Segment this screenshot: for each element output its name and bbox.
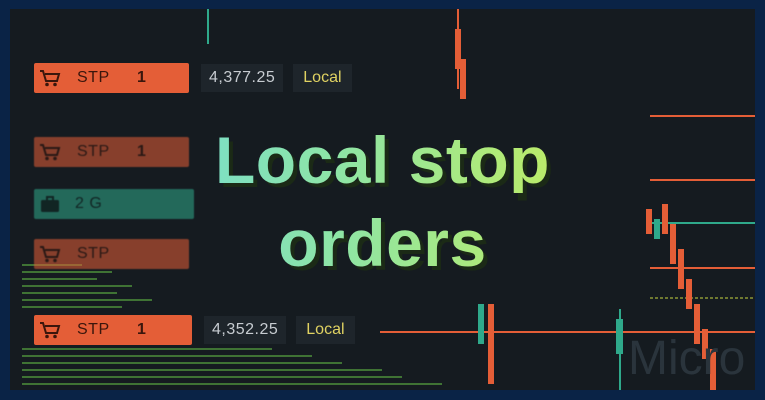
headline-line-2: orders (0, 210, 765, 276)
order-row-5[interactable]: STP 1 4,352.25 Local (34, 315, 355, 345)
order-quantity: 1 (137, 321, 147, 338)
order-scope-label: Local (296, 316, 355, 344)
stop-order-tag[interactable]: STP 1 (34, 63, 189, 93)
order-price: 4,352.25 (204, 316, 287, 344)
cart-icon (37, 315, 63, 345)
order-price: 4,377.25 (201, 64, 284, 92)
cart-icon (37, 63, 63, 93)
order-type-label: STP (77, 321, 110, 338)
stop-order-tag[interactable]: STP 1 (34, 315, 192, 345)
order-row-1[interactable]: STP 1 4,377.25 Local (34, 63, 352, 93)
thumbnail-frame: Micro STP 1 4,377.25 Local STP 1 (0, 0, 765, 400)
order-type-label: STP (77, 69, 110, 86)
headline-line-1: Local stop (0, 127, 765, 193)
instrument-watermark: Micro (628, 332, 746, 385)
order-scope-label: Local (293, 64, 352, 92)
order-quantity: 1 (137, 69, 147, 86)
